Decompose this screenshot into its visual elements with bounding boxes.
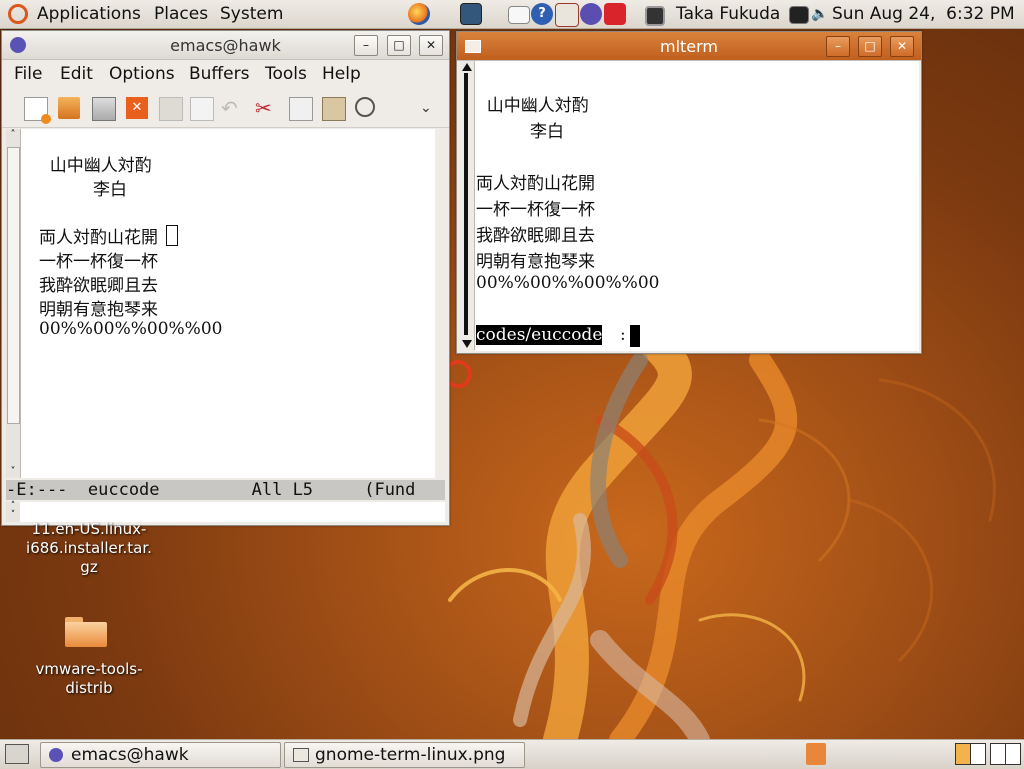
desktop-folder-label[interactable]: vmware-tools- distrib [16, 660, 162, 698]
paste-icon[interactable] [322, 97, 346, 121]
folder-icon[interactable] [65, 617, 107, 647]
emacs-scrollbar[interactable]: ˄ ˅ [6, 129, 21, 478]
menu-buffers[interactable]: Buffers [189, 64, 249, 84]
workspace-switcher-2[interactable] [990, 743, 1021, 765]
desktop-file-label[interactable]: 11.en-US.linux- i686.installer.tar. gz [16, 520, 162, 577]
applications-menu[interactable]: Applications [37, 4, 141, 24]
save-as-icon[interactable] [190, 97, 214, 121]
firefox-icon[interactable] [408, 3, 430, 25]
menu-file[interactable]: File [14, 64, 42, 84]
text-line: 李白 [476, 122, 565, 142]
minimize-button[interactable]: – [826, 36, 850, 57]
workspace-switcher[interactable] [955, 743, 986, 765]
text-line: 一杯一杯復一杯 [476, 200, 595, 220]
text-line: 我酔欲眠卿且去 [39, 276, 158, 296]
emacs-title: emacs@hawk [170, 36, 281, 55]
task-emacs[interactable]: emacs@hawk [40, 742, 281, 768]
text-line: 両人対酌山花開 [39, 228, 158, 248]
task-label: emacs@hawk [71, 745, 189, 765]
search-icon[interactable] [355, 97, 375, 117]
scrollbar-thumb[interactable] [464, 73, 468, 335]
text-line: 我酔欲眠卿且去 [476, 226, 595, 246]
terminal-icon[interactable] [789, 6, 809, 24]
prompt-colon: : [620, 325, 626, 345]
system-menu[interactable]: System [220, 4, 283, 24]
scroll-up-icon[interactable] [462, 63, 472, 71]
text-line: 山中幽人対酌 [476, 96, 589, 116]
text-line: 一杯一杯復一杯 [39, 252, 158, 272]
save-icon[interactable] [159, 97, 183, 121]
chevron-down-icon[interactable]: ⌄ [420, 97, 442, 119]
new-file-icon[interactable] [24, 97, 51, 124]
emacs-window: emacs@hawk – □ ✕ File Edit Options Buffe… [1, 30, 450, 526]
maximize-button[interactable]: □ [387, 35, 411, 56]
task-label: gnome-term-linux.png [315, 745, 506, 765]
close-button[interactable]: ✕ [890, 36, 914, 57]
mlterm-titlebar[interactable]: mlterm – □ ✕ [457, 32, 921, 61]
top-panel: Applications Places System ? Taka Fukuda… [0, 0, 1024, 29]
emacs-minibuffer[interactable]: ˄ ˅ [6, 502, 445, 522]
copy-icon[interactable] [289, 97, 313, 121]
network-status-icon [645, 6, 665, 26]
ubuntu-logo-icon[interactable] [8, 4, 28, 24]
emacs-titlebar[interactable]: emacs@hawk – □ ✕ [2, 31, 449, 60]
shutdown-icon[interactable] [604, 3, 626, 25]
mail-icon[interactable] [508, 6, 530, 24]
terminal-prompt: codes/euccode [476, 325, 603, 345]
close-buffer-icon[interactable]: ✕ [126, 97, 148, 119]
menu-edit[interactable]: Edit [60, 64, 93, 84]
text-line: 両人対酌山花開 [476, 174, 595, 194]
open-directory-icon[interactable] [92, 97, 116, 121]
text-line: 明朝有意抱琴来 [476, 252, 595, 272]
cut-icon[interactable]: ✂ [255, 97, 277, 119]
text-line: 00%%00%%00%%00 [39, 319, 223, 339]
places-menu[interactable]: Places [154, 4, 208, 24]
mlterm-scrollbar[interactable] [460, 61, 475, 350]
terminal-cursor [630, 325, 640, 347]
user-name[interactable]: Taka Fukuda [676, 4, 780, 24]
maximize-button[interactable]: □ [858, 36, 882, 57]
emacs-task-icon [49, 748, 63, 762]
image-task-icon [293, 748, 309, 762]
mlterm-window: mlterm – □ ✕ 山中幽人対酌 李白 両人対酌山花開 一杯一杯復一杯 我… [456, 31, 922, 354]
scroll-up-icon[interactable]: ˄ [7, 129, 19, 141]
undo-icon[interactable]: ↶ [221, 97, 243, 119]
network-monitor-icon[interactable] [460, 3, 482, 25]
clock[interactable]: Sun Aug 24, 6:32 PM [832, 4, 1015, 24]
dictionary-icon[interactable] [555, 3, 579, 27]
scroll-down-icon[interactable] [462, 340, 472, 348]
menu-help[interactable]: Help [322, 64, 361, 84]
mlterm-terminal-area[interactable]: 山中幽人対酌 李白 両人対酌山花開 一杯一杯復一杯 我酔欲眠卿且去 明朝有意抱琴… [475, 61, 919, 351]
menu-tools[interactable]: Tools [265, 64, 307, 84]
text-cursor [166, 225, 178, 246]
text-line: 李白 [39, 180, 128, 200]
scrollbar-thumb[interactable] [7, 147, 20, 424]
close-button[interactable]: ✕ [419, 35, 443, 56]
emacs-menubar: File Edit Options Buffers Tools Help [2, 60, 449, 88]
help-icon[interactable]: ? [531, 3, 553, 25]
mlterm-title: mlterm [659, 37, 719, 56]
minimize-button[interactable]: – [354, 35, 378, 56]
update-icon[interactable] [580, 3, 602, 25]
show-desktop-icon[interactable] [5, 744, 29, 764]
trash-icon[interactable] [806, 743, 826, 765]
text-line: 明朝有意抱琴来 [39, 300, 158, 320]
open-folder-icon[interactable] [58, 97, 80, 119]
text-line: 山中幽人対酌 [39, 156, 152, 176]
task-image[interactable]: gnome-term-linux.png [284, 742, 525, 768]
volume-icon[interactable]: 🔈 [811, 6, 828, 22]
bottom-panel: emacs@hawk gnome-term-linux.png [0, 739, 1024, 769]
emacs-modeline: -E:--- euccode All L5 (Fund [6, 480, 445, 500]
menu-options[interactable]: Options [109, 64, 175, 84]
scroll-down-icon[interactable]: ˅ [7, 466, 19, 478]
emacs-toolbar: ✕ ↶ ✂ ⌄ [2, 89, 449, 128]
emacs-text-area[interactable]: 山中幽人対酌 李白 両人対酌山花開 一杯一杯復一杯 我酔欲眠卿且去 明朝有意抱琴… [21, 129, 435, 478]
text-line: 00%%00%%00%%00 [476, 273, 660, 293]
